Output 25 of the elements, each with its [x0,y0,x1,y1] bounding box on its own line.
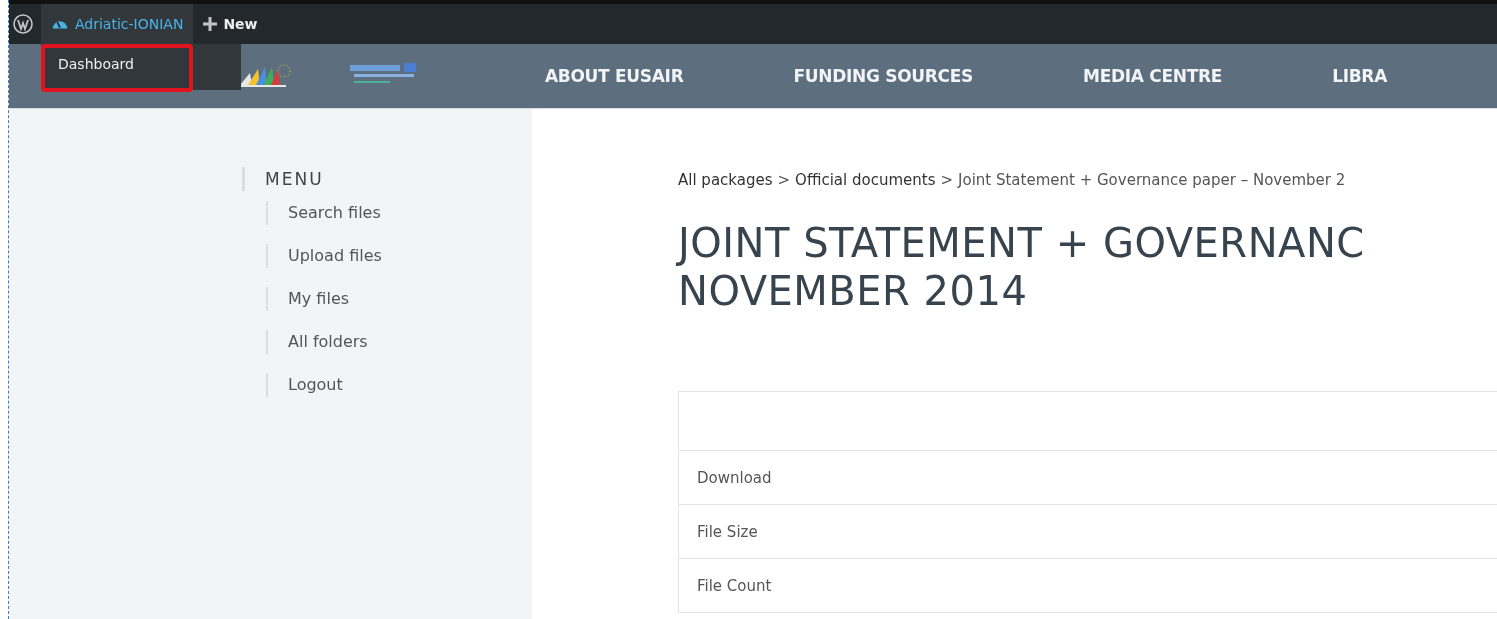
site-menu[interactable]: Adriatic-IONIAN [41,4,194,44]
new-button[interactable]: New [193,16,268,32]
wordpress-logo-icon[interactable] [13,14,33,34]
site-name: Adriatic-IONIAN [75,16,184,32]
row-label: File Size [697,522,758,541]
nav-link[interactable]: MEDIA CENTRE [1083,66,1223,86]
breadcrumb-separator: > [777,171,791,189]
menu-link[interactable]: Search files [266,201,532,225]
row-label: File Count [697,576,772,595]
menu-link[interactable]: All folders [266,330,532,354]
menu-heading: MENU [242,167,532,191]
breadcrumb-separator: > [940,171,954,189]
menu-link[interactable]: My files [266,287,532,311]
breadcrumb-current: Joint Statement + Governance paper – November 2 [958,171,1346,189]
nav-link[interactable]: LIBRA [1332,66,1387,86]
nav-link[interactable]: ABOUT EUSAIR [544,66,684,86]
menu-link[interactable]: Logout [266,373,532,397]
breadcrumb-link[interactable]: All packages [678,171,773,189]
plus-icon [203,17,218,31]
page-title: JOINT STATEMENT + GOVERNANC NOVEMBER 2014 [678,219,1366,315]
breadcrumb-link[interactable]: Official documents [795,171,936,189]
nav-link[interactable]: FUNDING SOURCES [793,66,974,86]
row-label: Download [697,468,772,487]
dashboard-link[interactable]: Dashboard [41,44,193,92]
menu-link[interactable]: Upload files [266,244,532,268]
